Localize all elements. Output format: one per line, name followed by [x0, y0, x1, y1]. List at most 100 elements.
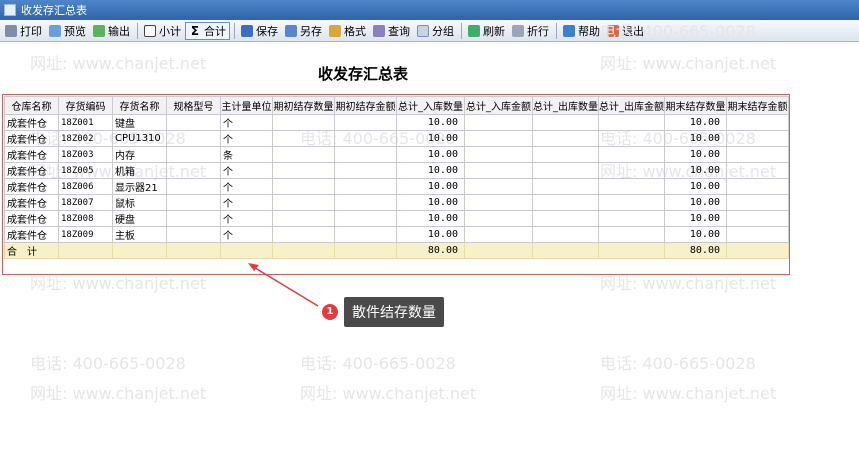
- table-cell[interactable]: 10.00: [396, 210, 465, 227]
- table-cell[interactable]: [726, 114, 789, 131]
- table-cell[interactable]: 个: [220, 162, 273, 179]
- table-cell[interactable]: 成套件仓: [4, 194, 59, 211]
- table-cell[interactable]: CPU1310: [112, 130, 167, 147]
- print-button[interactable]: 打印: [2, 22, 45, 40]
- table-cell[interactable]: [272, 114, 335, 131]
- save-as-button[interactable]: 另存: [282, 22, 325, 40]
- table-cell[interactable]: [220, 242, 273, 259]
- table-cell[interactable]: [598, 162, 665, 179]
- format-button[interactable]: 格式: [326, 22, 369, 40]
- column-header[interactable]: 总计_入库数量: [396, 96, 465, 115]
- column-header[interactable]: 存货名称: [112, 96, 167, 115]
- table-cell[interactable]: [272, 146, 335, 163]
- table-cell[interactable]: 个: [220, 226, 273, 243]
- wrap-button[interactable]: 折行: [509, 22, 552, 40]
- table-cell[interactable]: 成套件仓: [4, 162, 59, 179]
- table-cell[interactable]: [598, 178, 665, 195]
- table-cell[interactable]: [532, 114, 599, 131]
- table-cell[interactable]: 18Z005: [58, 162, 113, 179]
- table-cell[interactable]: [598, 130, 665, 147]
- table-cell[interactable]: 个: [220, 130, 273, 147]
- table-cell[interactable]: 10.00: [664, 114, 727, 131]
- total-row[interactable]: 合 计 80.00 80.00: [4, 242, 789, 259]
- table-cell[interactable]: [726, 130, 789, 147]
- table-cell[interactable]: [726, 242, 789, 259]
- query-button[interactable]: 查询: [370, 22, 413, 40]
- table-cell[interactable]: [272, 210, 335, 227]
- table-row[interactable]: 成套件仓 18Z006 显示器21 个 10.00 10.00: [4, 178, 789, 195]
- table-cell[interactable]: 18Z008: [58, 210, 113, 227]
- table-cell[interactable]: [334, 130, 397, 147]
- table-cell[interactable]: [726, 146, 789, 163]
- exit-button[interactable]: 退出: [604, 22, 647, 40]
- table-cell[interactable]: 个: [220, 194, 273, 211]
- table-cell[interactable]: 个: [220, 114, 273, 131]
- table-cell[interactable]: 10.00: [396, 162, 465, 179]
- table-cell[interactable]: 成套件仓: [4, 114, 59, 131]
- save-button[interactable]: 保存: [238, 22, 281, 40]
- table-cell[interactable]: [166, 146, 221, 163]
- table-row[interactable]: 成套件仓 18Z009 主板 个 10.00 10.00: [4, 226, 789, 243]
- table-cell[interactable]: 18Z009: [58, 226, 113, 243]
- table-cell[interactable]: [598, 210, 665, 227]
- table-cell[interactable]: [334, 210, 397, 227]
- table-cell[interactable]: 10.00: [396, 114, 465, 131]
- table-row[interactable]: 成套件仓 18Z005 机箱 个 10.00 10.00: [4, 162, 789, 179]
- table-cell[interactable]: [464, 210, 533, 227]
- table-cell[interactable]: [58, 242, 113, 259]
- table-cell[interactable]: [166, 194, 221, 211]
- table-cell[interactable]: 键盘: [112, 114, 167, 131]
- column-header[interactable]: 存货编码: [58, 96, 113, 115]
- table-cell[interactable]: 18Z001: [58, 114, 113, 131]
- table-cell[interactable]: [464, 226, 533, 243]
- table-cell[interactable]: [532, 146, 599, 163]
- table-cell[interactable]: 18Z006: [58, 178, 113, 195]
- table-cell[interactable]: [598, 242, 665, 259]
- table-cell[interactable]: [334, 226, 397, 243]
- table-cell[interactable]: 10.00: [396, 194, 465, 211]
- table-cell[interactable]: [598, 146, 665, 163]
- table-cell[interactable]: 10.00: [664, 130, 727, 147]
- table-cell[interactable]: [112, 242, 167, 259]
- table-cell[interactable]: 10.00: [396, 130, 465, 147]
- table-cell[interactable]: 10.00: [664, 194, 727, 211]
- group-button[interactable]: 分组: [414, 22, 457, 40]
- table-cell[interactable]: [334, 242, 397, 259]
- table-cell[interactable]: [272, 194, 335, 211]
- table-cell[interactable]: 硬盘: [112, 210, 167, 227]
- column-header[interactable]: 主计量单位: [220, 96, 273, 115]
- preview-button[interactable]: 预览: [46, 22, 89, 40]
- table-cell[interactable]: 10.00: [664, 146, 727, 163]
- table-cell[interactable]: [166, 226, 221, 243]
- table-cell[interactable]: [272, 178, 335, 195]
- table-cell[interactable]: [464, 146, 533, 163]
- table-cell[interactable]: 主板: [112, 226, 167, 243]
- table-cell[interactable]: 成套件仓: [4, 226, 59, 243]
- table-cell[interactable]: [726, 226, 789, 243]
- table-cell[interactable]: 机箱: [112, 162, 167, 179]
- help-button[interactable]: 帮助: [560, 22, 603, 40]
- table-cell[interactable]: 成套件仓: [4, 210, 59, 227]
- table-cell[interactable]: 10.00: [396, 226, 465, 243]
- table-cell[interactable]: [532, 194, 599, 211]
- column-header[interactable]: 期末结存金额: [726, 96, 789, 115]
- table-cell[interactable]: [532, 178, 599, 195]
- table-cell[interactable]: [532, 226, 599, 243]
- table-cell[interactable]: 18Z002: [58, 130, 113, 147]
- table-cell[interactable]: 成套件仓: [4, 130, 59, 147]
- table-cell[interactable]: [272, 242, 335, 259]
- table-cell[interactable]: [464, 178, 533, 195]
- table-cell[interactable]: [272, 130, 335, 147]
- table-row[interactable]: 成套件仓 18Z003 内存 条 10.00 10.00: [4, 146, 789, 163]
- table-row[interactable]: 成套件仓 18Z008 硬盘 个 10.00 10.00: [4, 210, 789, 227]
- table-cell[interactable]: [532, 162, 599, 179]
- table-cell[interactable]: 80.00: [396, 242, 465, 259]
- table-cell[interactable]: [272, 226, 335, 243]
- table-cell[interactable]: [726, 210, 789, 227]
- table-cell[interactable]: [166, 210, 221, 227]
- table-cell[interactable]: [464, 194, 533, 211]
- table-row[interactable]: 成套件仓 18Z002 CPU1310 个 10.00 10.00: [4, 130, 789, 147]
- export-button[interactable]: 输出: [90, 22, 133, 40]
- column-header[interactable]: 仓库名称: [4, 96, 59, 115]
- table-cell[interactable]: 18Z007: [58, 194, 113, 211]
